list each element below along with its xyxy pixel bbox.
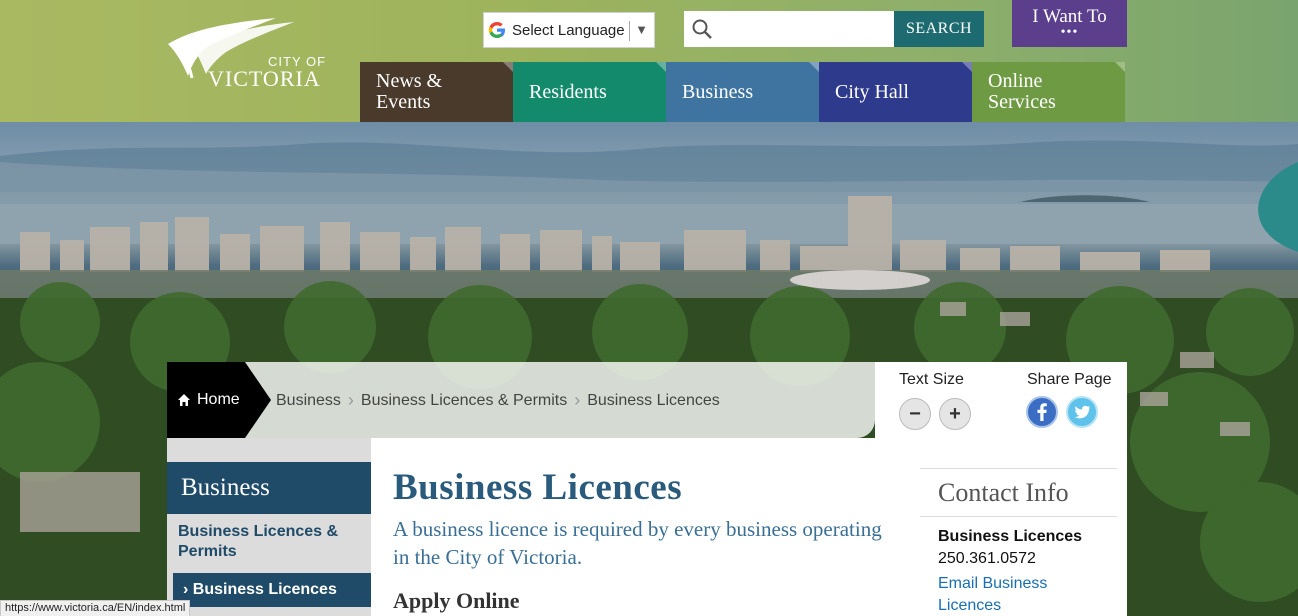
language-select[interactable]: Select Language ▼ <box>483 12 655 48</box>
contact-info-heading: Contact Info <box>938 478 1069 507</box>
section-heading-apply-online: Apply Online <box>393 588 520 613</box>
search-input[interactable] <box>718 11 890 47</box>
sidebar-heading[interactable]: Business <box>167 462 371 514</box>
nav-tab-label: Events <box>376 91 431 113</box>
facebook-icon[interactable] <box>1026 396 1058 428</box>
nav-tab-label: Services <box>988 91 1056 113</box>
search-icon <box>692 19 712 39</box>
twitter-icon[interactable] <box>1066 396 1098 428</box>
sidebar-item-business-licences[interactable]: › Business Licences <box>173 573 371 607</box>
language-divider <box>629 21 630 41</box>
google-g-icon <box>488 22 505 38</box>
breadcrumb-current: Business Licences <box>587 391 720 409</box>
page-tools: Text Size Share Page − + <box>875 362 1127 438</box>
language-select-label: Select Language <box>512 21 625 39</box>
breadcrumb-link-licences-permits[interactable]: Business Licences & Permits <box>361 392 567 410</box>
i-want-to-button[interactable]: I Want To ••• <box>1012 0 1127 47</box>
contact-phone: 250.361.0572 <box>938 550 1036 567</box>
chevron-right-icon: › <box>574 390 581 410</box>
nav-tab-residents[interactable]: Residents <box>513 62 666 122</box>
page-title: Business Licences <box>393 467 683 508</box>
nav-tab-label: Online <box>988 70 1043 92</box>
contact-name: Business Licences <box>938 528 1083 545</box>
sidebar-item-licences-permits[interactable]: Business Licences & Permits <box>178 522 364 562</box>
main-navigation: News & Events Residents Business City Hal… <box>360 62 1125 122</box>
share-page-label: Share Page <box>1027 371 1112 388</box>
nav-tab-label: Residents <box>529 80 607 103</box>
decrease-text-size-button[interactable]: − <box>899 398 931 430</box>
search-field-wrapper[interactable] <box>684 11 894 47</box>
contact-email-link[interactable]: Email Business Licences <box>938 573 1088 616</box>
breadcrumb: Business › Business Licences & Permits ›… <box>276 390 720 411</box>
divider <box>920 468 1117 469</box>
more-dots-icon: ••• <box>1060 25 1079 40</box>
divider <box>920 516 1117 517</box>
chevron-right-icon: › <box>347 390 354 410</box>
site-search: SEARCH <box>684 11 984 47</box>
nav-tab-online-services[interactable]: Online Services <box>972 62 1125 122</box>
nav-tab-city-hall[interactable]: City Hall <box>819 62 972 122</box>
browser-status-bar-url: https://www.victoria.ca/EN/index.html <box>0 600 191 616</box>
text-size-label: Text Size <box>899 371 964 388</box>
nav-tab-business[interactable]: Business <box>666 62 819 122</box>
increase-text-size-button[interactable]: + <box>939 398 971 430</box>
logo-text-victoria: VICTORIA <box>208 66 321 91</box>
nav-tab-label: News & <box>376 70 443 92</box>
breadcrumb-home-label: Home <box>197 391 240 408</box>
nav-tab-news-events[interactable]: News & Events <box>360 62 513 122</box>
nav-tab-label: City Hall <box>835 80 909 103</box>
lead-paragraph: A business licence is required by every … <box>393 517 882 569</box>
site-header: CITY OF VICTORIA Select Language ▼ SEARC… <box>0 0 1298 122</box>
i-want-to-label: I Want To <box>1032 6 1107 27</box>
search-button[interactable]: SEARCH <box>894 11 984 47</box>
nav-tab-label: Business <box>682 80 754 103</box>
dropdown-arrow-icon[interactable]: ▼ <box>635 22 648 37</box>
breadcrumb-link-business[interactable]: Business <box>276 392 341 410</box>
home-icon <box>178 394 190 406</box>
